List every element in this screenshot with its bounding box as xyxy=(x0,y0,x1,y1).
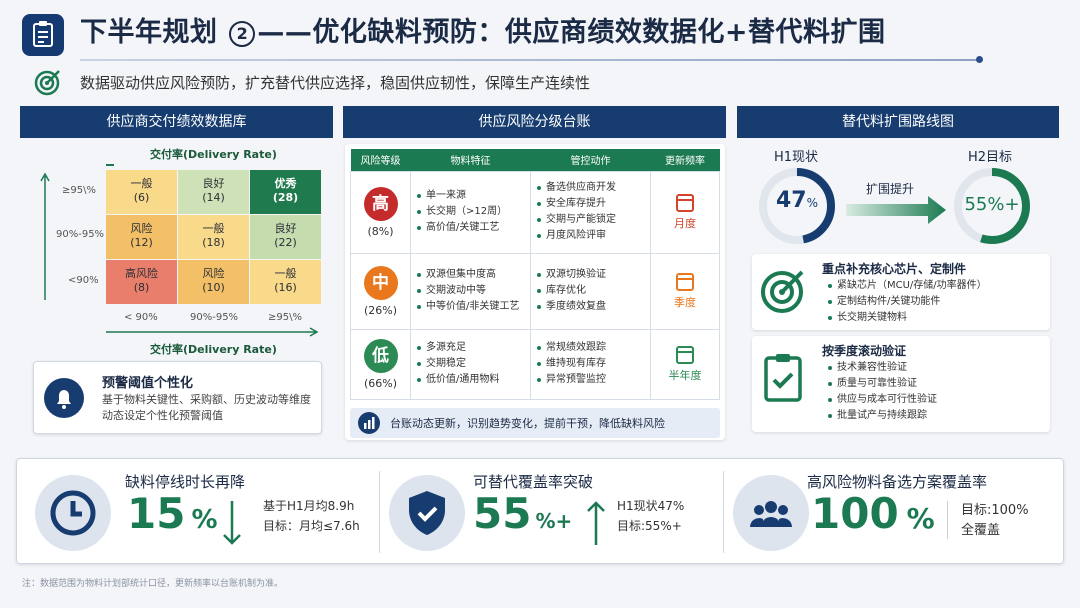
h2-label: H2目标 xyxy=(968,150,1013,165)
page-subtitle: 数据驱动供应风险预防，扩充替代供应选择，稳固供应韧性，保障生产连续性 xyxy=(80,74,591,92)
clipboard-icon xyxy=(22,14,64,56)
feature-list: 单一来源 长交期（>12周） 高价值/关键工艺 xyxy=(411,188,530,236)
roadmap-item-points: 技术兼容性验证 质量与可靠性验证 供应与成本可行性验证 批量试产与持续跟踪 xyxy=(822,360,937,424)
risk-share: (66%) xyxy=(363,376,398,390)
update-frequency: 半年度 xyxy=(668,368,702,382)
h2-value: 55%+ xyxy=(964,194,1020,215)
matrix-cell: 优秀 (28) xyxy=(250,170,321,214)
arrow-label: 扩围提升 xyxy=(866,182,915,196)
target-icon xyxy=(33,67,63,97)
column-header: 风险等级 xyxy=(350,149,411,171)
matrix-x-axis-arrow xyxy=(106,327,319,337)
kpi-value: 100% xyxy=(811,489,935,538)
feature-list: 双源但集中度高 交期波动中等 中等价值/非关键工艺 xyxy=(411,267,530,315)
up-arrow-icon xyxy=(587,501,605,545)
risk-share: (26%) xyxy=(363,303,398,317)
matrix-row-label: 90%-95% xyxy=(56,229,105,240)
kpi-value: 55 %+ xyxy=(473,489,573,538)
matrix-cell: 一般 (6) xyxy=(106,170,177,214)
risk-ledger-card: 风险等级 物料特征 管控动作 更新频率 高 (8%) 单一来源 长交期（>12周）高… xyxy=(345,144,725,440)
page-title: 下半年规划 2 ——优化缺料预防：供应商绩效数据化+替代料扩围 xyxy=(80,17,886,48)
matrix-col-label: < 90% xyxy=(124,312,158,323)
h1-label: H1现状 xyxy=(774,150,819,165)
risk-panel-heading: 供应风险分级台账 xyxy=(343,106,726,138)
clock-icon xyxy=(35,475,111,551)
calendar-icon xyxy=(676,345,694,364)
growth-arrow xyxy=(846,196,946,224)
risk-share: (8%) xyxy=(367,224,394,238)
matrix-cell: 良好 (22) xyxy=(250,215,321,259)
risk-level-badge: 中 xyxy=(363,265,398,300)
update-frequency: 季度 xyxy=(674,295,696,309)
clipboard-check-icon xyxy=(760,350,808,406)
matrix-bottom-axis-label: 交付率(Delivery Rate) xyxy=(150,343,277,356)
table-row: 中 (26%) 双源但集中度高 交期波动中等 中等价值/非关键工艺 双源切换验证 库存优… xyxy=(350,252,720,330)
table-row: 低 (66%) 多源充足 交期稳定 低价值/通用物料 常规绩效跟踪 维持现有库存 异常预警… xyxy=(350,328,720,400)
roadmap-item-card: 重点补充核心芯片、定制件 紧缺芯片（MCU/存储/功率器件） 定制结构件/关键功能… xyxy=(752,254,1050,330)
matrix-cell: 一般 (16) xyxy=(250,260,321,304)
alert-threshold-card: 预警阈值个性化 基于物料关键性、采购额、历史波动等维度动态设定个性化预警阈值 xyxy=(33,361,322,434)
calendar-icon xyxy=(676,193,694,212)
roadmap-item-card: 按季度滚动验证 技术兼容性验证 质量与可靠性验证 供应与成本可行性验证 批量试产与持续… xyxy=(752,336,1050,432)
alert-title: 预警阈值个性化 xyxy=(102,376,194,391)
matrix-col-label: 90%-95% xyxy=(190,312,239,323)
roadmap-item-points: 紧缺芯片（MCU/存储/功率器件） 定制结构件/关键功能件 长交期关键物料 xyxy=(822,278,987,326)
title-divider xyxy=(80,59,980,61)
roadmap-item-title: 按季度滚动验证 xyxy=(822,344,907,358)
h1-value: 47% xyxy=(775,188,819,213)
matrix-col-label: ≥95\% xyxy=(268,312,302,323)
kpi-note: 全覆盖 xyxy=(961,523,1001,538)
kpi-strip: 缺料停线时长再降 15% 基于H1月均8.9h 目标：月均≤7.6h 可替代覆盖… xyxy=(16,458,1064,564)
matrix-row-label: ≥95\% xyxy=(62,185,96,196)
bell-icon xyxy=(44,378,84,418)
action-list: 备选供应商开发 安全库存提升 交期与产能锁定 月度风险评审 xyxy=(531,180,650,244)
matrix-cell: 风险 (12) xyxy=(106,215,177,259)
matrix-row-label: <90% xyxy=(68,275,99,286)
matrix-top-axis-label: 交付率(Delivery Rate) xyxy=(150,148,277,161)
step-number: 2 xyxy=(229,20,256,47)
title-divider-dot xyxy=(976,56,983,63)
roadmap-panel-heading: 替代料扩围路线图 xyxy=(737,106,1059,138)
kpi-note: 目标:55%+ xyxy=(617,519,682,533)
bar-chart-icon xyxy=(358,411,380,434)
alert-text: 基于物料关键性、采购额、历史波动等维度动态设定个性化预警阈值 xyxy=(102,393,311,422)
table-row: 高 (8%) 单一来源 长交期（>12周） 高价值/关键工艺 备选供应商开发 安全库存提… xyxy=(350,170,720,254)
down-arrow-icon xyxy=(223,501,241,545)
column-header: 更新频率 xyxy=(650,149,720,171)
matrix-cell: 风险 (10) xyxy=(178,260,249,304)
risk-ledger-table: 风险等级 物料特征 管控动作 更新频率 高 (8%) 单一来源 长交期（>12周）高… xyxy=(350,149,720,400)
users-group-icon xyxy=(733,475,809,551)
ledger-footer-text: 台账动态更新，识别趋势变化，提前干预，降低缺料风险 xyxy=(390,416,665,430)
footnote: 注：数据范围为物料计划部统计口径，更新频率以台账机制为准。 xyxy=(22,579,284,589)
column-header: 物料特征 xyxy=(410,149,531,171)
kpi-note: H1现状47% xyxy=(617,499,685,513)
kpi-note: 基于H1月均8.9h xyxy=(263,499,355,513)
matrix-cell: 高风险 (8) xyxy=(106,260,177,304)
kpi-note: 目标:100% xyxy=(961,503,1029,518)
matrix-cell: 良好 (14) xyxy=(178,170,249,214)
shield-check-icon xyxy=(389,475,465,551)
risk-level-badge: 高 xyxy=(363,186,398,221)
action-list: 常规绩效跟踪 维持现有库存 异常预警监控 xyxy=(531,340,650,388)
roadmap-item-title: 重点补充核心芯片、定制件 xyxy=(822,262,967,276)
kpi-divider xyxy=(723,471,724,553)
kpi-value: 15% xyxy=(127,489,218,538)
matrix-cell: 一般 (18) xyxy=(178,215,249,259)
kpi-note: 目标：月均≤7.6h xyxy=(263,519,360,533)
kpi-inner-divider xyxy=(947,501,948,539)
update-frequency: 月度 xyxy=(674,216,696,230)
action-list: 双源切换验证 库存优化 季度绩效复盘 xyxy=(531,267,650,315)
matrix-y-axis-arrow xyxy=(40,172,50,300)
ledger-footer: 台账动态更新，识别趋势变化，提前干预，降低缺料风险 xyxy=(350,407,720,438)
target-icon xyxy=(758,264,810,316)
supplier-panel-heading: 供应商交付绩效数据库 xyxy=(20,106,333,138)
risk-level-badge: 低 xyxy=(363,338,398,373)
kpi-divider xyxy=(379,471,380,553)
feature-list: 多源充足 交期稳定 低价值/通用物料 xyxy=(411,340,530,388)
column-header: 管控动作 xyxy=(530,149,651,171)
performance-matrix: 一般 (6) 良好 (14) 优秀 (28) 风险 (12) 一般 (18) 良好 (22)… xyxy=(106,170,322,310)
calendar-icon xyxy=(676,272,694,291)
